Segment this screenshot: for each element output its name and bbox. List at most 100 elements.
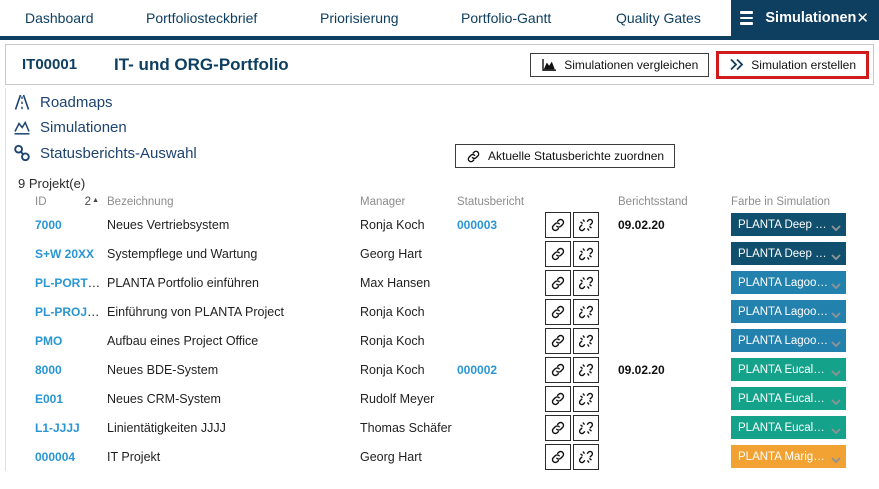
link-statusreport-button[interactable]	[545, 299, 571, 325]
color-dropdown[interactable]: PLANTA Lagoon ...	[731, 271, 846, 294]
statusreport-link[interactable]: 000002	[457, 363, 497, 377]
project-id-link[interactable]: 7000	[35, 218, 62, 232]
color-dropdown[interactable]: PLANTA Lagoon ...	[731, 329, 846, 352]
project-id-link[interactable]: PMO	[35, 334, 62, 348]
link-statusreport-button[interactable]	[545, 328, 571, 354]
link-statusreport-button[interactable]	[545, 270, 571, 296]
table-header: ID 2 ▲ Bezeichnung Manager Statusbericht…	[35, 193, 846, 210]
portfolio-id: IT00001	[22, 56, 114, 73]
unlink-statusreport-button[interactable]	[573, 415, 599, 441]
color-label: PLANTA Eucalypt...	[731, 422, 846, 434]
unlink-statusreport-button[interactable]	[573, 357, 599, 383]
color-label: PLANTA Eucalypt...	[731, 393, 846, 405]
tab-portfoliosteckbrief[interactable]: Portfoliosteckbrief	[146, 0, 257, 36]
color-dropdown[interactable]: PLANTA Lagoon ...	[731, 300, 846, 323]
project-id-link[interactable]: L1-JJJJ	[35, 421, 80, 435]
tab-dashboard[interactable]: Dashboard	[25, 0, 94, 36]
chevron-down-icon	[831, 395, 841, 409]
area-chart-icon	[541, 58, 557, 72]
project-id-link[interactable]: PL-PROJECT	[35, 305, 107, 319]
project-manager: Rudolf Meyer	[360, 392, 457, 406]
compare-simulations-button[interactable]: Simulationen vergleichen	[530, 53, 709, 77]
statusreport-link[interactable]: 000003	[457, 218, 497, 232]
road-icon	[12, 92, 32, 112]
column-header-farbe[interactable]: Farbe in Simulation	[731, 196, 846, 208]
link-icon	[550, 217, 566, 233]
project-id-link[interactable]: E001	[35, 392, 63, 406]
project-name: Neues CRM-System	[107, 392, 360, 406]
project-name: IT Projekt	[107, 450, 360, 464]
unlink-statusreport-button[interactable]	[573, 299, 599, 325]
project-id-link[interactable]: S+W 20XX	[35, 247, 94, 261]
chevron-down-icon	[831, 221, 841, 235]
table-row: S+W 20XX Systempflege und Wartung Georg …	[35, 239, 846, 268]
tab-portfolio-gantt[interactable]: Portfolio-Gantt	[461, 0, 551, 36]
tab-simulationen-active[interactable]: Simulationen ✕	[731, 0, 879, 36]
color-dropdown[interactable]: PLANTA Eucalypt...	[731, 358, 846, 381]
color-dropdown[interactable]: PLANTA Eucalypt...	[731, 416, 846, 439]
column-header-berichtsstand[interactable]: Berichtsstand	[618, 196, 731, 208]
create-simulation-button[interactable]: Simulation erstellen	[716, 51, 869, 79]
broken-link-icon	[578, 217, 594, 233]
link-statusberichts-auswahl[interactable]: Statusberichts-Auswahl	[12, 143, 197, 163]
close-icon[interactable]: ✕	[856, 11, 869, 26]
nav-divider	[0, 36, 879, 40]
sort-asc-icon: ▲	[92, 197, 99, 204]
link-icon	[466, 149, 481, 164]
project-manager: Ronja Koch	[360, 218, 457, 232]
project-manager: Ronja Koch	[360, 334, 457, 348]
portfolio-header: IT00001 IT- und ORG-Portfolio Simulation…	[5, 44, 874, 85]
unlink-statusreport-button[interactable]	[573, 270, 599, 296]
tab-priorisierung[interactable]: Priorisierung	[320, 0, 399, 36]
color-label: PLANTA Marigold	[731, 451, 846, 463]
project-name: PLANTA Portfolio einführen	[107, 276, 360, 290]
hamburger-icon[interactable]	[740, 11, 753, 25]
link-statusreport-button[interactable]	[545, 415, 571, 441]
top-navigation: Dashboard Portfoliosteckbrief Priorisier…	[0, 0, 879, 36]
assign-current-statusreports-button[interactable]: Aktuelle Statusberichte zuordnen	[455, 144, 675, 168]
projects-table: ID 2 ▲ Bezeichnung Manager Statusbericht…	[35, 193, 846, 471]
link-simulationen[interactable]: Simulationen	[12, 117, 127, 137]
project-name: Aufbau eines Project Office	[107, 334, 360, 348]
link-statusreport-button[interactable]	[545, 357, 571, 383]
chevron-down-icon	[831, 366, 841, 380]
unlink-statusreport-button[interactable]	[573, 386, 599, 412]
chevron-down-icon	[831, 250, 841, 264]
link-statusreport-button[interactable]	[545, 444, 571, 470]
broken-link-icon	[578, 333, 594, 349]
link-statusreport-button[interactable]	[545, 212, 571, 238]
project-id-link[interactable]: 8000	[35, 363, 62, 377]
mountain-chart-icon	[12, 117, 32, 137]
sort-indicator[interactable]: 2 ▲	[85, 196, 99, 208]
report-date: 09.02.20	[618, 363, 731, 377]
project-id-link[interactable]: 000004	[35, 450, 75, 464]
tab-quality-gates[interactable]: Quality Gates	[616, 0, 701, 36]
table-row: PL-PORTFO... PLANTA Portfolio einführen …	[35, 268, 846, 297]
broken-link-icon	[578, 362, 594, 378]
project-id-link[interactable]: PL-PORTFO...	[35, 276, 107, 290]
project-name: Einführung von PLANTA Project	[107, 305, 360, 319]
link-roadmaps[interactable]: Roadmaps	[12, 92, 113, 112]
column-header-id[interactable]: ID 2 ▲	[35, 196, 107, 208]
unlink-statusreport-button[interactable]	[573, 241, 599, 267]
link-statusreport-button[interactable]	[545, 241, 571, 267]
broken-link-icon	[578, 420, 594, 436]
chain-icon	[12, 143, 32, 163]
table-row: E001 Neues CRM-System Rudolf Meyer	[35, 384, 846, 413]
column-header-manager[interactable]: Manager	[360, 196, 457, 208]
link-icon	[550, 304, 566, 320]
color-label: PLANTA Lagoon ...	[731, 335, 846, 347]
column-header-statusbericht[interactable]: Statusbericht	[457, 196, 545, 208]
color-dropdown[interactable]: PLANTA Deep Se...	[731, 213, 846, 236]
column-header-bezeichnung[interactable]: Bezeichnung	[107, 196, 360, 208]
chevron-down-icon	[831, 308, 841, 322]
color-dropdown[interactable]: PLANTA Eucalypt...	[731, 387, 846, 410]
color-dropdown[interactable]: PLANTA Marigold	[731, 445, 846, 468]
unlink-statusreport-button[interactable]	[573, 328, 599, 354]
broken-link-icon	[578, 304, 594, 320]
page-title: IT- und ORG-Portfolio	[114, 55, 289, 75]
unlink-statusreport-button[interactable]	[573, 444, 599, 470]
color-dropdown[interactable]: PLANTA Deep Se...	[731, 242, 846, 265]
unlink-statusreport-button[interactable]	[573, 212, 599, 238]
link-statusreport-button[interactable]	[545, 386, 571, 412]
